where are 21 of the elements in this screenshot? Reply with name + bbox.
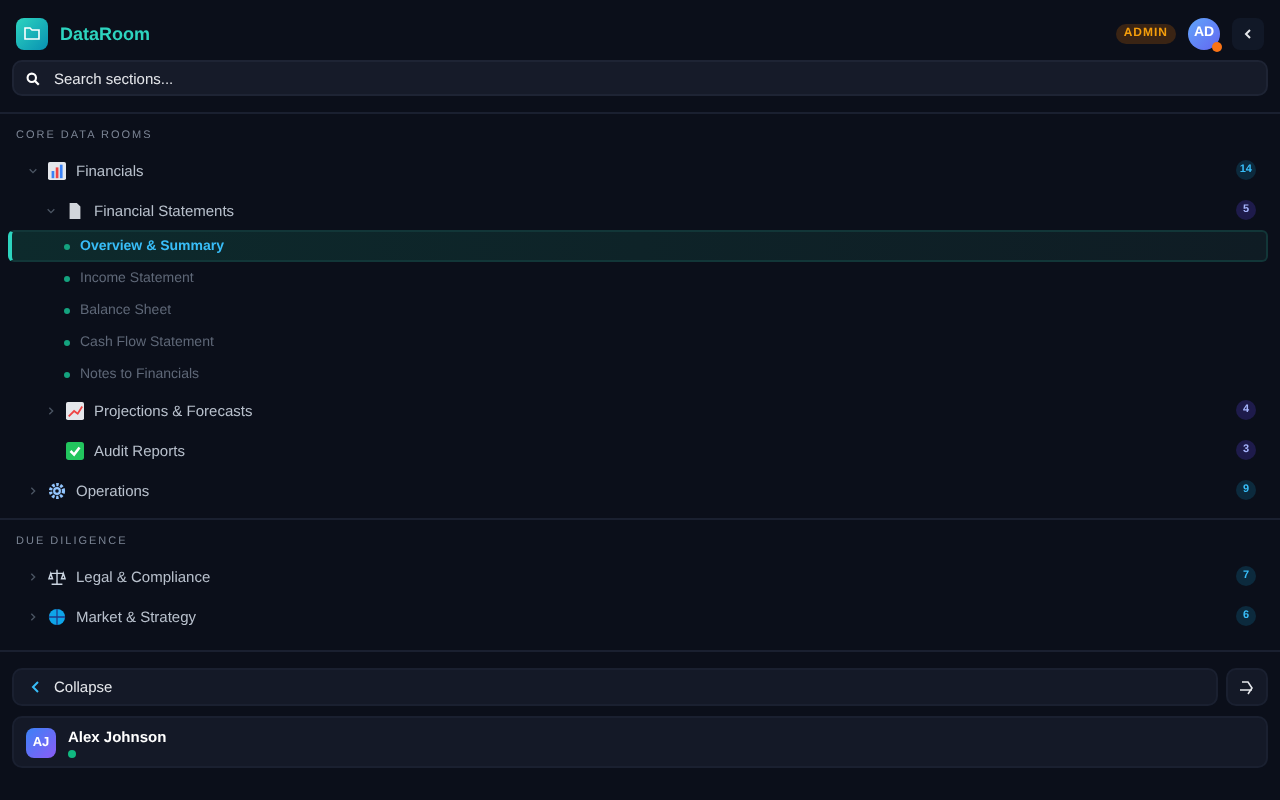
chevron-icon[interactable] (46, 205, 56, 215)
chevron-icon[interactable] (28, 611, 38, 621)
chevron-left-icon (1242, 27, 1254, 39)
logout-button[interactable] (1226, 668, 1268, 706)
document-icon (66, 201, 84, 219)
chevron-icon[interactable] (46, 405, 56, 415)
app-title: DataRoom (60, 23, 153, 43)
scales-icon (48, 567, 66, 585)
folder-logo-icon (16, 17, 48, 49)
chevron-icon[interactable] (28, 485, 38, 495)
gear-icon (48, 481, 66, 499)
chevron-icon[interactable] (28, 571, 38, 581)
search-icon (26, 71, 40, 85)
chevron-left-icon (30, 680, 42, 694)
check-icon (66, 441, 84, 459)
globe-icon (48, 607, 66, 625)
bar-chart-icon (48, 161, 66, 179)
collapse-sidebar-button[interactable] (1232, 17, 1264, 49)
trend-chart-icon (66, 401, 84, 419)
chevron-icon[interactable] (28, 165, 38, 175)
logout-icon (1238, 679, 1256, 695)
